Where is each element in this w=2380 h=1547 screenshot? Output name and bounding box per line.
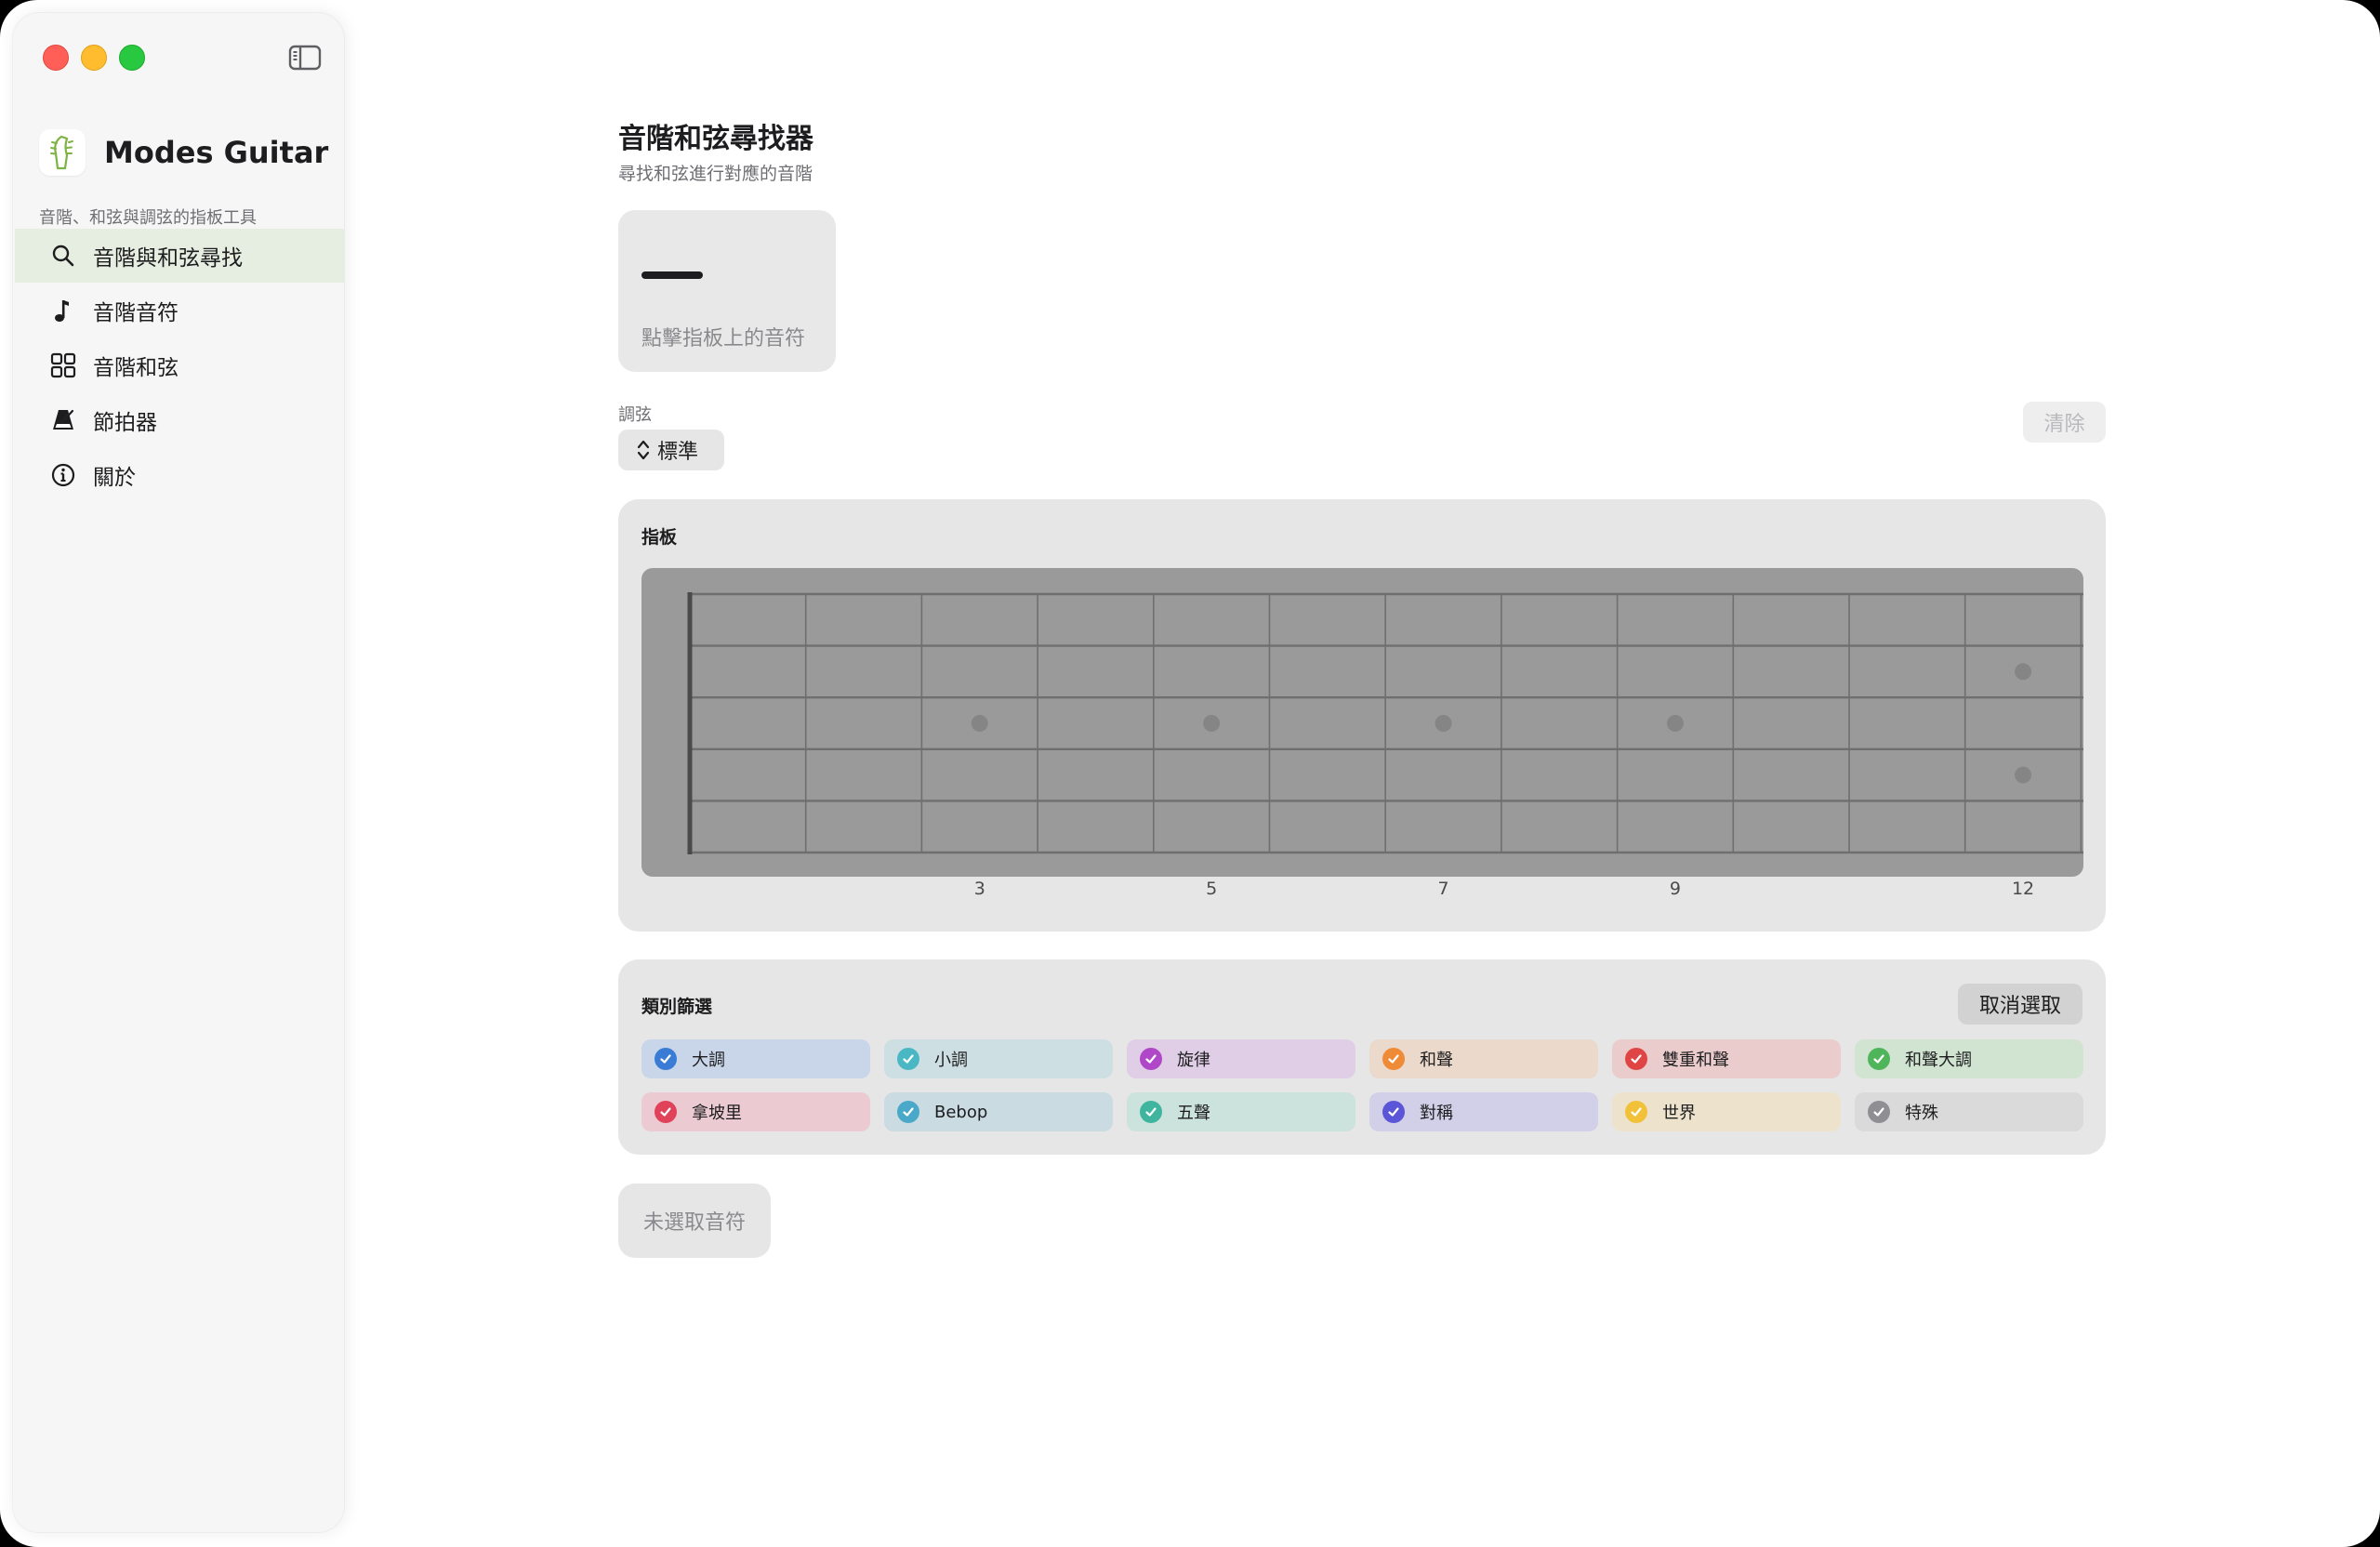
- fretboard-title: 指板: [641, 527, 678, 548]
- tuning-label: 調弦: [618, 405, 652, 425]
- category-chip-label: 和聲大調: [1905, 1051, 1972, 1070]
- sidebar-item-label: 音階與和弦尋找: [93, 246, 243, 271]
- page-subtitle: 尋找和弦進行對應的音階: [618, 164, 813, 184]
- checkmark-icon: [897, 1048, 919, 1070]
- page-title: 音階和弦尋找器: [618, 123, 813, 155]
- category-chip[interactable]: 五聲: [1127, 1092, 1355, 1131]
- category-chip[interactable]: 和聲大調: [1855, 1039, 2083, 1078]
- window-maximize-button[interactable]: [119, 45, 145, 71]
- app-title: Modes Guitar: [104, 135, 329, 170]
- category-chip-label: 對稱: [1420, 1104, 1453, 1123]
- filter-title: 類別篩選: [641, 997, 713, 1017]
- fret-number: 9: [1669, 879, 1681, 899]
- info-icon: [48, 460, 78, 490]
- fret-inlay-dot: [2015, 766, 2032, 784]
- category-chip[interactable]: 拿坡里: [641, 1092, 870, 1131]
- fretboard-card: 指板 3 5 7 9 12: [618, 499, 2106, 932]
- fret-number: 5: [1206, 879, 1218, 899]
- no-notes-selected: 未選取音符: [618, 1183, 771, 1258]
- metronome-icon: [48, 405, 78, 435]
- checkmark-icon: [1868, 1101, 1890, 1123]
- guitar-headstock-icon: [50, 135, 73, 170]
- sidebar: Modes Guitar 音階、和弦與調弦的指板工具 音階與和弦尋找 音階音符: [13, 13, 344, 1532]
- fret-number: 7: [1437, 879, 1449, 899]
- checkmark-icon: [654, 1101, 677, 1123]
- sidebar-item-label: 節拍器: [93, 411, 157, 435]
- deselect-all-button[interactable]: 取消選取: [1958, 984, 2082, 1025]
- tuning-value: 標準: [657, 441, 699, 464]
- checkmark-icon: [1382, 1048, 1405, 1070]
- sidebar-nav: 音階與和弦尋找 音階音符 音階和弦 節拍器 關於: [15, 229, 344, 503]
- checkmark-icon: [1868, 1048, 1890, 1070]
- grid-icon: [48, 350, 78, 380]
- category-chip-label: Bebop: [934, 1102, 988, 1122]
- category-chip[interactable]: Bebop: [884, 1092, 1113, 1131]
- fret-numbers: 3 5 7 9 12: [641, 879, 2083, 906]
- window-close-button[interactable]: [43, 45, 69, 71]
- sidebar-item-scale-notes[interactable]: 音階音符: [15, 284, 344, 337]
- sidebar-item-metronome[interactable]: 節拍器: [15, 393, 344, 447]
- category-chip-label: 和聲: [1420, 1051, 1453, 1070]
- checkmark-icon: [654, 1048, 677, 1070]
- search-icon: [48, 241, 78, 271]
- fretboard[interactable]: [641, 568, 2083, 877]
- sidebar-item-label: 關於: [93, 466, 136, 490]
- app-window: Modes Guitar 音階、和弦與調弦的指板工具 音階與和弦尋找 音階音符: [0, 0, 2380, 1547]
- category-chip-label: 小調: [934, 1051, 968, 1070]
- fret-inlay-dot: [1203, 715, 1221, 732]
- category-chip[interactable]: 大調: [641, 1039, 870, 1078]
- sidebar-item-about[interactable]: 關於: [15, 448, 344, 502]
- category-chip-label: 旋律: [1177, 1051, 1210, 1070]
- sidebar-toggle-button[interactable]: [288, 45, 322, 71]
- category-chip[interactable]: 對稱: [1369, 1092, 1598, 1131]
- sidebar-item-label: 音階音符: [93, 301, 178, 325]
- app-header: Modes Guitar: [39, 119, 328, 186]
- category-chip-label: 雙重和聲: [1662, 1051, 1729, 1070]
- app-subtitle: 音階、和弦與調弦的指板工具: [39, 208, 257, 228]
- checkmark-icon: [1382, 1101, 1405, 1123]
- sidebar-item-label: 音階和弦: [93, 356, 178, 380]
- fret-number: 12: [2011, 879, 2035, 899]
- category-chip-label: 大調: [692, 1051, 725, 1070]
- empty-note-placeholder: [641, 271, 703, 279]
- category-chip-label: 五聲: [1177, 1104, 1210, 1123]
- sidebar-item-scale-chord-finder[interactable]: 音階與和弦尋找: [15, 229, 344, 283]
- fretboard-diagram[interactable]: [641, 568, 2083, 877]
- category-chips: 大調 小調 旋律 和聲 雙重和聲 和聲大調拿坡里 Bebop 五聲 對稱 世界 特殊: [641, 1039, 2083, 1131]
- category-filter-card: 類別篩選 取消選取 大調 小調 旋律 和聲 雙重和聲 和聲大調拿坡里 Bebop 五聲 對稱 世界…: [618, 959, 2106, 1155]
- app-logo: [39, 129, 86, 176]
- checkmark-icon: [1625, 1101, 1647, 1123]
- checkmark-icon: [1625, 1048, 1647, 1070]
- category-chip[interactable]: 特殊: [1855, 1092, 2083, 1131]
- checkmark-icon: [897, 1101, 919, 1123]
- category-chip[interactable]: 世界: [1612, 1092, 1841, 1131]
- window-minimize-button[interactable]: [81, 45, 107, 71]
- sidebar-icon: [288, 45, 322, 71]
- checkmark-icon: [1140, 1048, 1162, 1070]
- fret-inlay-dot: [2015, 663, 2032, 681]
- chevron-up-down-icon: [637, 440, 650, 460]
- music-note-icon: [48, 296, 78, 325]
- category-chip-label: 拿坡里: [692, 1104, 742, 1123]
- fret-inlay-dot: [1435, 715, 1452, 732]
- category-chip[interactable]: 和聲: [1369, 1039, 1598, 1078]
- category-chip[interactable]: 旋律: [1127, 1039, 1355, 1078]
- category-chip[interactable]: 雙重和聲: [1612, 1039, 1841, 1078]
- selection-hint: 點擊指板上的音符: [641, 327, 806, 350]
- sidebar-item-scale-chords[interactable]: 音階和弦: [15, 338, 344, 392]
- fret-number: 3: [973, 879, 985, 899]
- category-chip[interactable]: 小調: [884, 1039, 1113, 1078]
- tuning-select[interactable]: 標準: [618, 430, 724, 470]
- checkmark-icon: [1140, 1101, 1162, 1123]
- category-chip-label: 特殊: [1905, 1104, 1938, 1123]
- category-chip-label: 世界: [1662, 1104, 1696, 1123]
- selected-note-card: 點擊指板上的音符: [618, 210, 836, 372]
- clear-button[interactable]: 清除: [2023, 402, 2106, 443]
- fret-inlay-dot: [1666, 715, 1684, 732]
- fret-inlay-dot: [971, 715, 988, 732]
